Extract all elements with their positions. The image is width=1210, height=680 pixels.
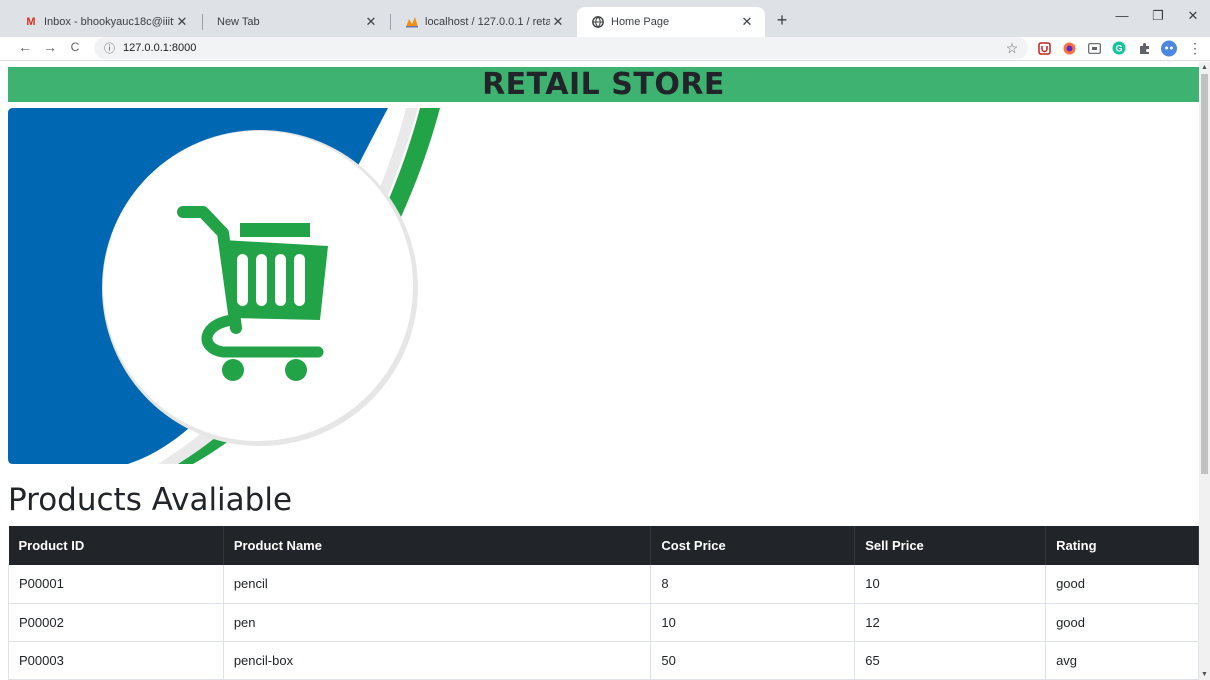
scroll-up-arrow-icon[interactable]: ▲	[1199, 64, 1210, 71]
page-viewport: RETAIL STORE Products Avaliable Product …	[0, 62, 1199, 680]
table-header-row: Product ID Product Name Cost Price Sell …	[8, 526, 1199, 565]
cell-product-name: pen	[223, 603, 652, 642]
scrollbar-thumb[interactable]	[1201, 74, 1208, 474]
scroll-down-arrow-icon[interactable]: ▼	[1199, 671, 1210, 678]
tab-home-page[interactable]: Home Page ✕	[577, 7, 765, 37]
table-row: P00001 pencil 8 10 good	[8, 565, 1199, 604]
cell-product-id: P00001	[8, 565, 224, 604]
column-header-rating: Rating	[1045, 526, 1199, 565]
forward-button[interactable]: →	[40, 39, 60, 55]
gmail-icon: M	[26, 16, 36, 28]
tab-title: localhost / 127.0.0.1 / retailers / r	[425, 16, 550, 28]
phpmyadmin-icon	[405, 15, 419, 29]
tab-new-tab[interactable]: New Tab ✕	[203, 7, 389, 37]
hero-image	[8, 108, 448, 464]
tab-strip: M Inbox - bhookyauc18c@iiitt.ac.in ✕ New…	[0, 0, 1210, 37]
tab-title: New Tab	[217, 16, 260, 28]
puzzle-extensions-icon[interactable]	[1136, 40, 1152, 56]
grammarly-extension-icon[interactable]: G	[1111, 40, 1127, 56]
back-button[interactable]: ←	[15, 39, 35, 55]
info-icon[interactable]: ⓘ	[104, 40, 115, 56]
cell-sell-price: 65	[854, 641, 1047, 680]
store-banner: RETAIL STORE	[8, 67, 1199, 102]
cell-cost-price: 8	[650, 565, 856, 604]
column-header-product-id: Product ID	[8, 526, 224, 565]
column-header-sell-price: Sell Price	[854, 526, 1047, 565]
close-icon[interactable]: ✕	[739, 14, 755, 30]
bookmark-star-icon[interactable]: ☆	[1004, 40, 1020, 56]
window-close-button[interactable]: ✕	[1175, 8, 1210, 24]
cell-product-id: P00002	[8, 603, 224, 642]
url-text: 127.0.0.1:8000	[123, 42, 197, 54]
cell-product-id: P00003	[8, 641, 224, 680]
cast-extension-icon[interactable]	[1086, 40, 1102, 56]
shield-extension-icon[interactable]	[1036, 40, 1052, 56]
restore-button[interactable]: ❐	[1140, 8, 1176, 24]
cell-rating: good	[1045, 603, 1199, 642]
store-title: RETAIL STORE	[482, 67, 725, 102]
products-heading: Products Avaliable	[8, 482, 293, 518]
cell-cost-price: 50	[650, 641, 856, 680]
browser-toolbar: ← → C ⓘ 127.0.0.1:8000 ☆ G ⋮	[0, 37, 1210, 61]
firefox-extension-icon[interactable]	[1061, 40, 1077, 56]
column-header-cost-price: Cost Price	[650, 526, 856, 565]
table-row: P00003 pencil-box 50 65 avg	[8, 641, 1199, 680]
tab-phpmyadmin[interactable]: localhost / 127.0.0.1 / retailers / r ✕	[391, 7, 576, 37]
globe-icon	[591, 15, 605, 29]
cell-product-name: pencil-box	[223, 641, 652, 680]
address-bar[interactable]: ⓘ 127.0.0.1:8000	[94, 37, 1028, 59]
tab-gmail-inbox[interactable]: M Inbox - bhookyauc18c@iiitt.ac.in ✕	[10, 7, 200, 37]
cell-sell-price: 10	[854, 565, 1047, 604]
reload-button[interactable]: C	[65, 40, 85, 54]
cell-rating: avg	[1045, 641, 1199, 680]
close-icon[interactable]: ✕	[174, 14, 190, 30]
tab-title: Inbox - bhookyauc18c@iiitt.ac.in	[44, 16, 174, 28]
close-icon[interactable]: ✕	[363, 14, 379, 30]
new-tab-button[interactable]: +	[772, 10, 792, 31]
tab-title: Home Page	[611, 16, 670, 28]
cell-product-name: pencil	[223, 565, 652, 604]
profile-avatar-icon[interactable]	[1161, 40, 1177, 56]
cell-sell-price: 12	[854, 603, 1047, 642]
shopping-cart-hero	[8, 108, 440, 464]
svg-text:G: G	[1115, 44, 1122, 54]
products-table: Product ID Product Name Cost Price Sell …	[8, 526, 1199, 680]
browser-menu-icon[interactable]: ⋮	[1187, 40, 1203, 56]
cell-rating: good	[1045, 565, 1199, 604]
page-scrollbar[interactable]: ▲ ▼	[1199, 62, 1210, 680]
column-header-product-name: Product Name	[223, 526, 652, 565]
minimize-button[interactable]: —	[1104, 8, 1140, 23]
close-icon[interactable]: ✕	[550, 14, 566, 30]
cell-cost-price: 10	[650, 603, 856, 642]
table-row: P00002 pen 10 12 good	[8, 603, 1199, 642]
